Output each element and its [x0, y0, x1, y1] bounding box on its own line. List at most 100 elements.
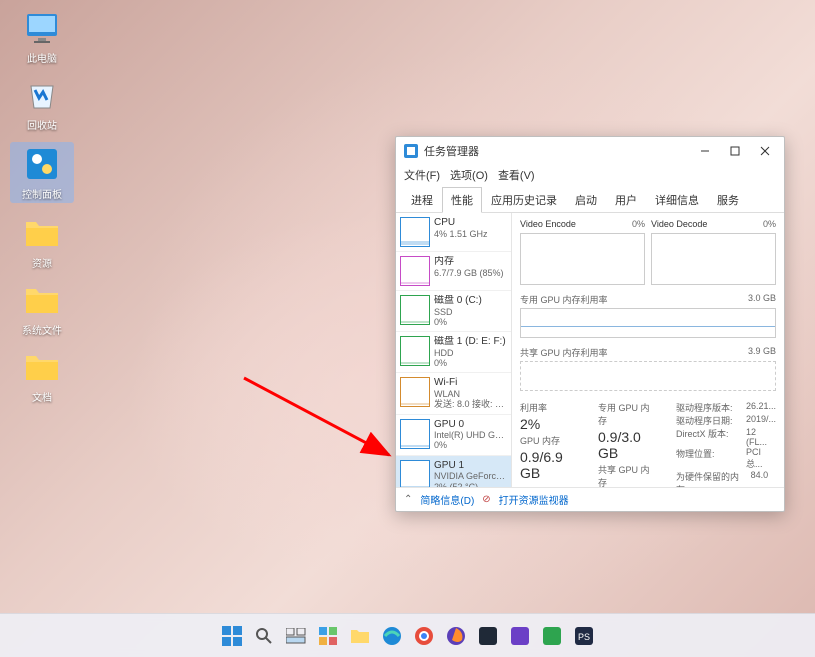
open-resource-monitor-link[interactable]: 打开资源监视器: [499, 492, 569, 507]
perf-sub: WLAN: [434, 389, 507, 399]
driver-lbl: 为硬件保留的内存:: [676, 470, 745, 487]
desktop-icon-folder-2[interactable]: 系统文件: [10, 280, 74, 337]
shared-gpu-mem-graph: [520, 361, 776, 391]
perf-sub2: 0%: [434, 317, 482, 327]
desktop-icons: 此电脑 回收站 控制面板 资源 系统文件 文档: [10, 8, 74, 404]
perf-sub: 4% 1.51 GHz: [434, 229, 488, 239]
tab-history[interactable]: 应用历史记录: [482, 187, 566, 212]
close-button[interactable]: [750, 137, 780, 165]
perf-name: Wi-Fi: [434, 377, 507, 389]
stat-lbl: 利用率: [520, 401, 580, 414]
tab-startup[interactable]: 启动: [566, 187, 606, 212]
tabs: 进程 性能 应用历史记录 启动 用户 详细信息 服务: [396, 187, 784, 213]
brief-info-link[interactable]: 简略信息(D): [420, 492, 474, 507]
explorer-icon[interactable]: [347, 623, 373, 649]
tab-services[interactable]: 服务: [708, 187, 748, 212]
minimize-button[interactable]: [690, 137, 720, 165]
graph-label: Video Decode: [651, 219, 707, 229]
perf-item-disk1[interactable]: 磁盘 1 (D: E: F:)HDD0%: [396, 332, 511, 373]
stat-lbl: 共享 GPU 内存: [598, 463, 658, 487]
desktop-icon-label: 资源: [32, 255, 52, 270]
firefox-icon[interactable]: [443, 623, 469, 649]
menu-view[interactable]: 查看(V): [498, 167, 535, 183]
perf-name: 磁盘 0 (C:): [434, 295, 482, 307]
taskview-icon[interactable]: [283, 623, 309, 649]
perf-item-gpu0[interactable]: GPU 0Intel(R) UHD Gra...0%: [396, 415, 511, 456]
perf-sub: HDD: [434, 348, 506, 358]
collapse-chevron-icon[interactable]: ⌃: [404, 494, 412, 505]
spark-gpu: [400, 460, 430, 487]
perf-name: 内存: [434, 256, 504, 268]
performance-detail: Video Encode0% Video Decode0% 专用 GPU 内存利…: [512, 213, 784, 487]
mem-label: 共享 GPU 内存利用率: [520, 346, 608, 359]
spark-cpu: [400, 217, 430, 247]
driver-val: 84.0 ...: [751, 470, 776, 487]
stat-val: 0.9/6.9 GB: [520, 449, 580, 481]
svg-text:PS: PS: [577, 632, 589, 642]
perf-item-wifi[interactable]: Wi-FiWLAN发送: 8.0 接收: 0 Kb: [396, 373, 511, 414]
graph-label: Video Encode: [520, 219, 576, 229]
taskbar: PS: [0, 613, 815, 657]
perf-sub2: 0%: [434, 358, 506, 368]
titlebar[interactable]: 任务管理器: [396, 137, 784, 165]
driver-lbl: 驱动程序版本:: [676, 401, 740, 414]
perf-item-gpu1[interactable]: GPU 1NVIDIA GeForce...2% (52 °C): [396, 456, 511, 487]
taskbar-app-icon[interactable]: [475, 623, 501, 649]
taskbar-app-icon[interactable]: [539, 623, 565, 649]
chrome-icon[interactable]: [411, 623, 437, 649]
mem-label: 专用 GPU 内存利用率: [520, 293, 608, 306]
window-footer: ⌃ 简略信息(D) ⊘ 打开资源监视器: [396, 487, 784, 511]
stat-lbl: GPU 内存: [520, 434, 580, 447]
spark-memory: [400, 256, 430, 286]
desktop-icon-folder-1[interactable]: 资源: [10, 213, 74, 270]
driver-lbl: DirectX 版本:: [676, 427, 740, 447]
menu-file[interactable]: 文件(F): [404, 167, 440, 183]
driver-val: PCI 总...: [746, 447, 776, 470]
start-button[interactable]: [219, 623, 245, 649]
perf-item-cpu[interactable]: CPU4% 1.51 GHz: [396, 213, 511, 252]
taskbar-app-icon[interactable]: PS: [571, 623, 597, 649]
perf-item-memory[interactable]: 内存6.7/7.9 GB (85%): [396, 252, 511, 291]
desktop-icon-label: 文档: [32, 389, 52, 404]
taskbar-app-icon[interactable]: [507, 623, 533, 649]
perf-name: GPU 1: [434, 460, 507, 472]
perf-name: CPU: [434, 217, 488, 229]
driver-val: 12 (FL...: [746, 427, 776, 447]
perf-sub2: 发送: 8.0 接收: 0 Kb: [434, 399, 507, 409]
driver-lbl: 驱动程序日期:: [676, 414, 740, 427]
graph-video-decode: [651, 233, 776, 285]
performance-sidebar[interactable]: CPU4% 1.51 GHz 内存6.7/7.9 GB (85%) 磁盘 0 (…: [396, 213, 512, 487]
stat-val: 0.9/3.0 GB: [598, 429, 658, 461]
perf-item-disk0[interactable]: 磁盘 0 (C:)SSD0%: [396, 291, 511, 332]
tab-users[interactable]: 用户: [606, 187, 646, 212]
stat-val: 2%: [520, 416, 580, 432]
desktop-icon-recycle[interactable]: 回收站: [10, 75, 74, 132]
tab-processes[interactable]: 进程: [402, 187, 442, 212]
perf-name: 磁盘 1 (D: E: F:): [434, 336, 506, 348]
desktop-icon-control[interactable]: 控制面板: [10, 142, 74, 203]
tab-details[interactable]: 详细信息: [646, 187, 708, 212]
spark-disk: [400, 295, 430, 325]
spark-disk: [400, 336, 430, 366]
spark-wifi: [400, 377, 430, 407]
desktop-icon-label: 回收站: [27, 117, 57, 132]
desktop-icon-label: 系统文件: [22, 322, 62, 337]
task-manager-window: 任务管理器 文件(F) 选项(O) 查看(V) 进程 性能 应用历史记录 启动 …: [395, 136, 785, 512]
dedicated-gpu-mem-graph: [520, 308, 776, 338]
search-icon[interactable]: [251, 623, 277, 649]
desktop-icon-thispc[interactable]: 此电脑: [10, 8, 74, 65]
menubar: 文件(F) 选项(O) 查看(V): [396, 165, 784, 187]
graph-pct: 0%: [632, 219, 645, 229]
menu-options[interactable]: 选项(O): [450, 167, 488, 183]
driver-val: 2019/...: [746, 414, 776, 427]
stat-lbl: 专用 GPU 内存: [598, 401, 658, 427]
mem-right: 3.9 GB: [748, 346, 776, 359]
maximize-button[interactable]: [720, 137, 750, 165]
edge-icon[interactable]: [379, 623, 405, 649]
tab-performance[interactable]: 性能: [442, 187, 482, 213]
perf-sub: SSD: [434, 307, 482, 317]
widgets-icon[interactable]: [315, 623, 341, 649]
desktop-icon-folder-3[interactable]: 文档: [10, 347, 74, 404]
desktop-icon-label: 控制面板: [22, 186, 62, 201]
perf-sub: NVIDIA GeForce...: [434, 471, 507, 481]
